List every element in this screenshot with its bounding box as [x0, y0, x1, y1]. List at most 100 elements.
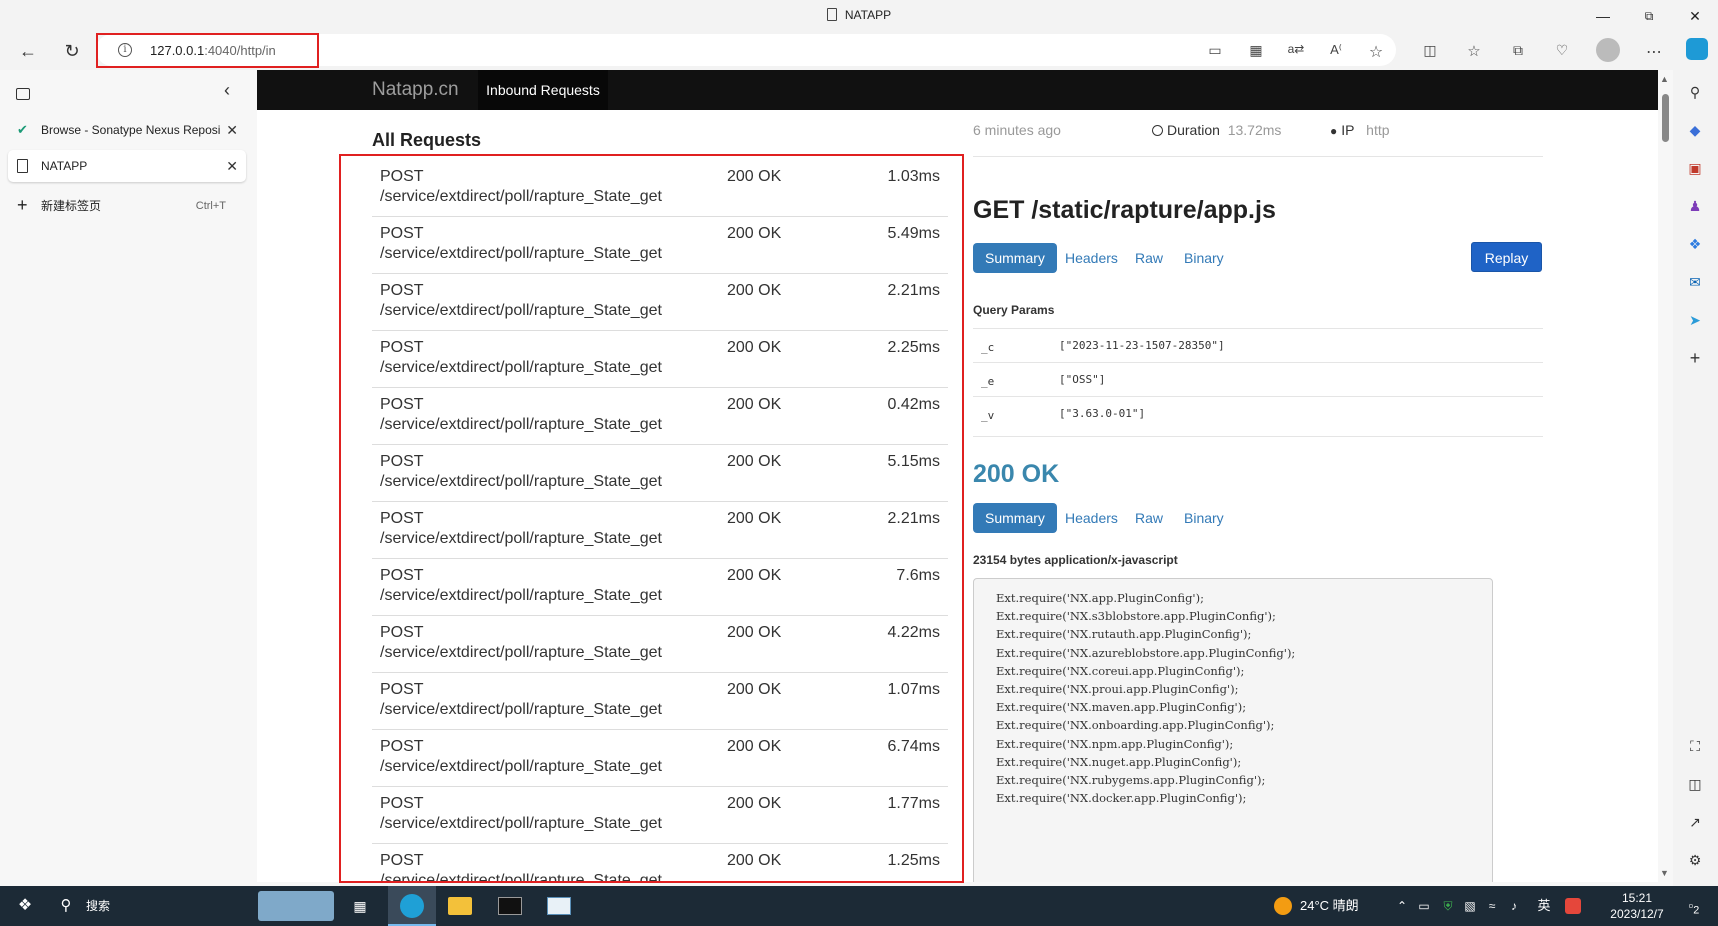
taskbar-file-explorer[interactable] — [446, 886, 474, 926]
new-tab-label: 新建标签页 — [41, 199, 102, 213]
search-icon[interactable]: ⚲ — [56, 886, 76, 926]
brand-link[interactable]: Natapp.cn — [372, 79, 459, 101]
clock-icon — [1152, 125, 1163, 136]
code-line: Ext.require('NX.maven.app.PluginConfig')… — [996, 700, 1247, 715]
scroll-down-icon[interactable]: ▼ — [1660, 868, 1669, 878]
page-scrollbar[interactable]: ▲ ▼ — [1658, 70, 1672, 882]
split-screen-icon[interactable]: ◫ — [1420, 42, 1440, 59]
code-line: Ext.require('NX.app.PluginConfig'); — [996, 591, 1204, 605]
request-list-highlight-box — [339, 154, 964, 883]
restore-button[interactable]: ⧉ — [1626, 0, 1672, 32]
taskbar-app[interactable] — [545, 886, 573, 926]
nav-inbound-requests[interactable]: Inbound Requests — [478, 70, 608, 110]
cast-icon[interactable]: ▭ — [1205, 42, 1225, 59]
start-windows-icon[interactable]: ❖ — [10, 886, 40, 926]
tab-label: NATAPP — [41, 159, 88, 173]
external-link-icon[interactable]: ↗ — [1685, 812, 1705, 832]
taskbar-terminal[interactable] — [496, 886, 524, 926]
sidebar-toggle-icon[interactable]: ◫ — [1685, 774, 1705, 794]
send-icon[interactable]: ➤ — [1685, 310, 1705, 330]
code-line: Ext.require('NX.coreui.app.PluginConfig'… — [996, 663, 1245, 678]
shopping-icon[interactable]: ◆ — [1685, 120, 1705, 140]
request-title: GET /static/rapture/app.js — [973, 196, 1276, 224]
ime-indicator[interactable]: 英 — [1536, 886, 1552, 926]
tab-natapp[interactable]: NATAPP ✕ — [8, 150, 246, 182]
task-view-icon[interactable]: ▦ — [348, 886, 372, 926]
add-sidebar-app-icon[interactable]: + — [1685, 348, 1705, 368]
collections-icon[interactable]: ⧉ — [1508, 42, 1528, 59]
code-line: Ext.require('NX.proui.app.PluginConfig')… — [996, 681, 1239, 696]
profile-avatar[interactable] — [1596, 38, 1620, 62]
response-status: 200 OK — [973, 460, 1060, 488]
folder-icon — [448, 897, 472, 915]
read-aloud-icon[interactable]: A⁽ — [1326, 42, 1346, 58]
document-icon — [826, 8, 837, 21]
weather-text[interactable]: 24°C 晴朗 — [1300, 886, 1376, 926]
scroll-up-icon[interactable]: ▲ — [1660, 74, 1669, 84]
refresh-button[interactable]: ↻ — [56, 36, 88, 66]
replay-button[interactable]: Replay — [1471, 242, 1542, 272]
outlook-icon[interactable]: ✉ — [1685, 272, 1705, 292]
favorite-star-icon[interactable]: ☆ — [1366, 42, 1386, 62]
tab-raw[interactable]: Raw — [1123, 503, 1175, 533]
m365-icon[interactable]: ❖ — [1685, 234, 1705, 254]
address-highlight-box — [96, 33, 319, 68]
tab-summary[interactable]: Summary — [973, 503, 1057, 533]
code-line: Ext.require('NX.rubygems.app.PluginConfi… — [996, 772, 1266, 787]
apps-icon[interactable]: ▦ — [1246, 42, 1266, 59]
code-line: Ext.require('NX.nuget.app.PluginConfig')… — [996, 754, 1242, 769]
translate-icon[interactable]: a⇄ — [1286, 42, 1306, 56]
sogou-icon[interactable] — [1564, 886, 1582, 926]
response-meta: 23154 bytes application/x-javascript — [973, 553, 1178, 567]
code-line: Ext.require('NX.onboarding.app.PluginCon… — [996, 718, 1275, 733]
window-title: NATAPP — [0, 8, 1718, 22]
tab-headers[interactable]: Headers — [1053, 503, 1130, 533]
tray-icon[interactable]: ▧ — [1462, 886, 1478, 926]
taskbar-edge[interactable] — [388, 886, 436, 926]
chevron-up-icon[interactable]: ⌃ — [1394, 886, 1410, 926]
more-menu-icon[interactable]: ⋯ — [1644, 42, 1664, 62]
query-params-label: Query Params — [973, 303, 1055, 317]
back-button[interactable]: ← — [12, 36, 44, 66]
new-tab-button[interactable]: + 新建标签页 Ctrl+T — [8, 190, 246, 222]
scrollbar-thumb[interactable] — [1662, 94, 1669, 142]
search-icon[interactable]: ⚲ — [1685, 82, 1705, 102]
weather-icon — [1272, 886, 1294, 926]
query-param-row: _e ["OSS"] — [973, 362, 1543, 396]
wifi-icon[interactable]: ≈ — [1484, 886, 1500, 926]
terminal-icon — [498, 897, 522, 915]
games-icon[interactable]: ♟ — [1685, 196, 1705, 216]
copilot-icon[interactable] — [1686, 38, 1708, 60]
close-tab-icon[interactable]: ✕ — [226, 150, 238, 182]
tab-label: Browse - Sonatype Nexus Reposi — [41, 123, 221, 137]
vertical-tabs-panel: ‹ ✔ Browse - Sonatype Nexus Reposi ✕ NAT… — [0, 70, 256, 886]
taskbar-search-label[interactable]: 搜索 — [86, 886, 126, 926]
tab-raw[interactable]: Raw — [1123, 243, 1175, 273]
tab-binary[interactable]: Binary — [1172, 503, 1236, 533]
tab-actions-icon[interactable] — [16, 88, 30, 100]
close-window-button[interactable]: ✕ — [1672, 0, 1718, 32]
response-body-code: Ext.require('NX.app.PluginConfig'); Ext.r… — [973, 578, 1493, 882]
clock[interactable]: 15:21 2023/12/7 — [1598, 886, 1676, 926]
tab-binary[interactable]: Binary — [1172, 243, 1236, 273]
settings-gear-icon[interactable]: ⚙ — [1685, 850, 1705, 870]
volume-icon[interactable]: ♪ — [1506, 886, 1522, 926]
close-tab-icon[interactable]: ✕ — [226, 114, 238, 146]
network-device-icon[interactable]: ▭ — [1416, 886, 1432, 926]
minimize-button[interactable]: — — [1580, 0, 1626, 32]
collapse-panel-icon[interactable]: ‹ — [224, 80, 230, 101]
favorites-icon[interactable]: ☆ — [1464, 42, 1484, 60]
notification-icon[interactable]: ▫2 — [1682, 886, 1706, 926]
tab-summary[interactable]: Summary — [973, 243, 1057, 273]
title-bar: NATAPP — ⧉ ✕ — [0, 0, 1718, 32]
code-line: Ext.require('NX.azureblobstore.app.Plugi… — [996, 645, 1296, 660]
tab-headers[interactable]: Headers — [1053, 243, 1130, 273]
tools-icon[interactable]: ▣ — [1685, 158, 1705, 178]
search-highlight-image — [258, 891, 334, 921]
document-icon — [17, 159, 28, 173]
tab-nexus[interactable]: ✔ Browse - Sonatype Nexus Reposi ✕ — [8, 114, 246, 146]
app-icon — [547, 897, 571, 915]
screenshot-icon[interactable]: ⛶ — [1685, 736, 1705, 756]
security-shield-icon[interactable]: ⛨ — [1440, 886, 1456, 926]
browser-essentials-icon[interactable]: ♡ — [1552, 42, 1572, 59]
